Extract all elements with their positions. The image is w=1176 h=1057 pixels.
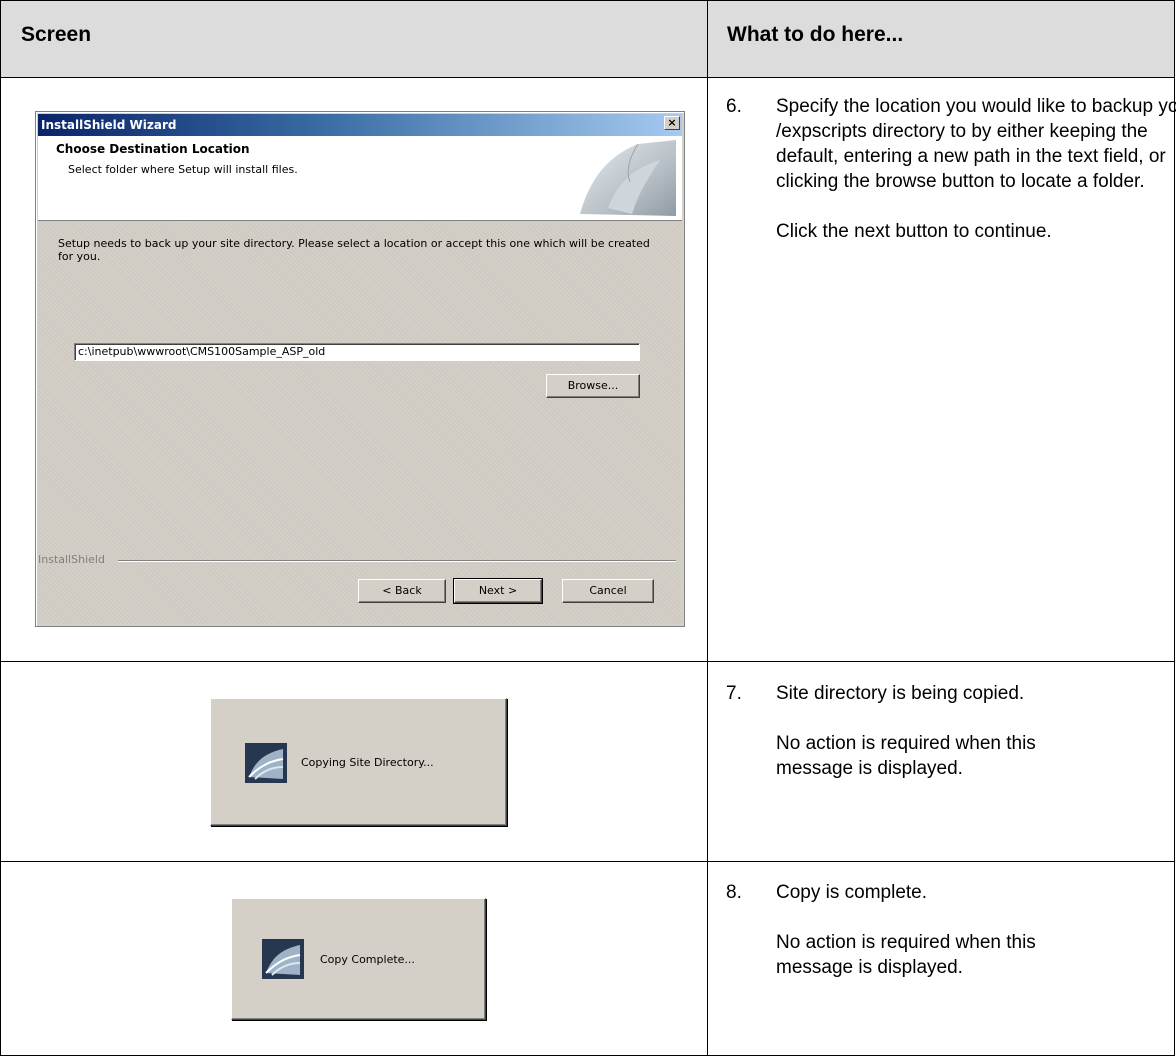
wizard-title-bar: InstallShield Wizard — [38, 114, 682, 136]
copy-complete-text: Copy Complete... — [320, 953, 415, 966]
column-header-what-to-do: What to do here... — [727, 23, 904, 46]
wizard-body: Setup needs to back up your site directo… — [38, 221, 682, 624]
copying-dialog: Copying Site Directory... — [210, 698, 507, 826]
row-divider — [1, 861, 1174, 862]
copying-status-text: Copying Site Directory... — [301, 756, 434, 769]
instruction-table: Screen What to do here... 6. Specify the… — [0, 0, 1176, 1056]
installshield-wizard-window: InstallShield Wizard × Choose Destinatio… — [35, 111, 685, 627]
installshield-icon — [262, 939, 304, 979]
step-text: No action is required when this message … — [776, 733, 1036, 779]
cancel-button[interactable]: Cancel — [562, 579, 654, 603]
step-text: Click the next button to continue. — [776, 221, 1052, 242]
wizard-title: InstallShield Wizard — [41, 118, 177, 132]
wizard-description: Setup needs to back up your site directo… — [58, 237, 650, 263]
next-button[interactable]: Next > — [453, 578, 543, 604]
close-icon[interactable]: × — [664, 116, 680, 130]
back-button[interactable]: < Back — [358, 579, 446, 603]
installshield-brand-label: InstallShield — [38, 553, 105, 566]
destination-path-input[interactable]: c:\inetpub\wwwroot\CMS100Sample_ASP_old — [74, 343, 640, 361]
step-text: Specify the location you would like to b… — [776, 96, 1176, 192]
step-text: No action is required when this message … — [776, 932, 1036, 978]
wizard-step-title: Choose Destination Location — [56, 142, 250, 156]
page-curl-icon — [580, 140, 676, 216]
footer-divider — [118, 560, 676, 562]
column-header-screen: Screen — [21, 23, 92, 46]
step-number: 8. — [726, 882, 742, 903]
column-divider — [707, 1, 708, 1055]
wizard-header: Choose Destination Location Select folde… — [38, 136, 682, 221]
browse-button[interactable]: Browse... — [546, 374, 640, 398]
row-divider — [1, 661, 1174, 662]
wizard-step-subtitle: Select folder where Setup will install f… — [68, 163, 298, 176]
step-text: Copy is complete. — [776, 882, 928, 903]
table-header: Screen What to do here... — [1, 1, 1174, 77]
step-number: 6. — [726, 96, 742, 117]
step-text: Site directory is being copied. — [776, 683, 1025, 704]
step-number: 7. — [726, 683, 742, 704]
row-divider — [1, 77, 1174, 78]
installshield-icon — [245, 743, 287, 783]
copy-complete-dialog: Copy Complete... — [231, 898, 486, 1020]
